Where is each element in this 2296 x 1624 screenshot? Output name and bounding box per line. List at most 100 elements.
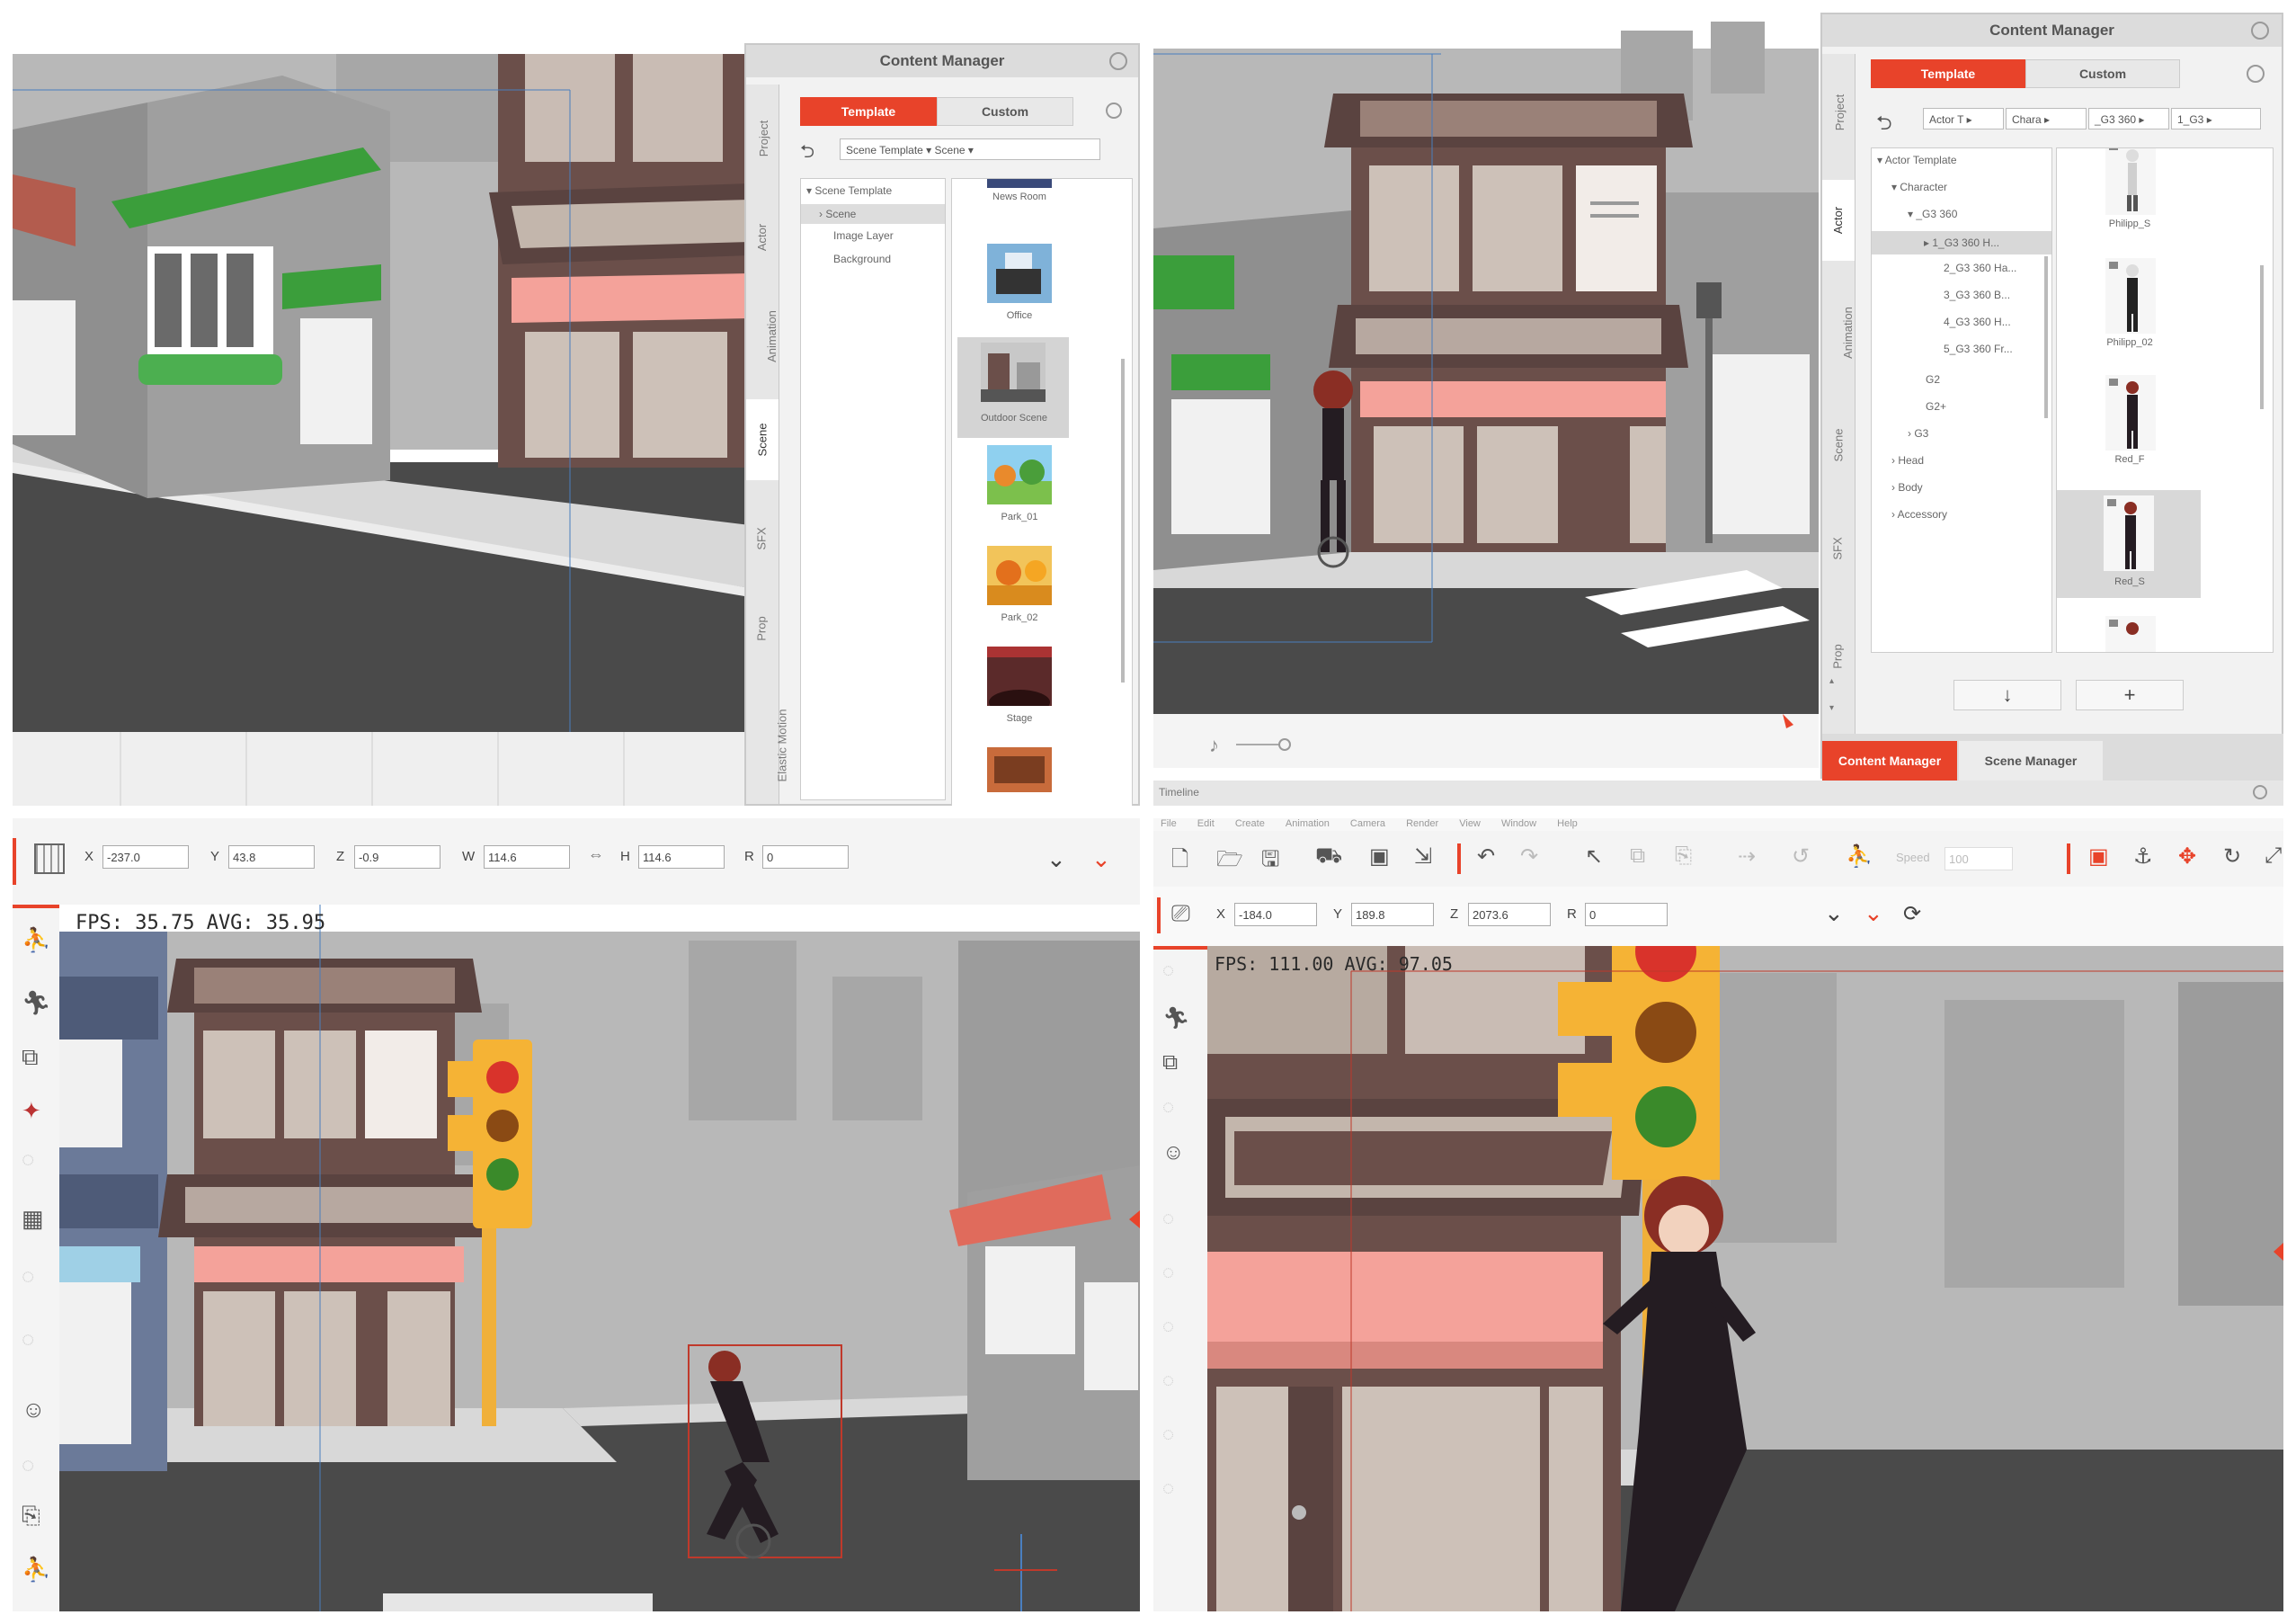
new-file-icon[interactable]: 🗋︎ (1171, 843, 1188, 880)
close-icon[interactable] (1109, 52, 1127, 70)
tree-item-image-layer[interactable]: Image Layer (833, 229, 894, 242)
thumb-philipp-s[interactable]: Philipp_S (2066, 148, 2201, 238)
thumb-outdoor-scene[interactable]: Outdoor Scene (957, 337, 1069, 438)
x-field[interactable]: -184.0 (1234, 903, 1317, 926)
minimize-icon[interactable] (1106, 103, 1122, 119)
snapshot-icon[interactable]: ▣ (1369, 843, 1390, 870)
tree-item-1-g3-360[interactable]: ▸ 1_G3 360 H... (1872, 231, 2051, 254)
side-tab-prop[interactable]: Prop (1822, 611, 1855, 701)
back-icon[interactable]: ⮌ (1876, 108, 1892, 142)
scene-viewport[interactable] (1207, 946, 2283, 1611)
menu-render[interactable]: Render (1406, 818, 1438, 829)
face-tool-icon[interactable]: ☺ (22, 1396, 50, 1424)
thumb-news-room[interactable]: News Room (970, 179, 1069, 217)
tab-template[interactable]: Template (1871, 59, 2025, 88)
menu-camera[interactable]: Camera (1350, 818, 1385, 829)
side-tab-scene[interactable]: Scene (746, 399, 779, 480)
path-icon[interactable]: ↺ (1792, 843, 1810, 870)
redo-icon[interactable]: ↷ (1520, 843, 1538, 870)
tree-item-background[interactable]: Background (833, 253, 891, 265)
tab-scene-manager[interactable]: Scene Manager (1959, 741, 2103, 781)
chevron-down-icon[interactable]: ⌄ (1046, 845, 1066, 873)
link-icon[interactable]: ⇔ (588, 845, 604, 864)
path-crumb-actor[interactable]: Actor T ▸ (1923, 108, 2004, 129)
scale-icon[interactable]: ⤢ (2265, 843, 2282, 869)
back-icon[interactable]: ⮌ (800, 138, 814, 169)
tree-item-actor-template[interactable]: ▾ Actor Template (1877, 154, 1957, 166)
walk-tool-icon[interactable]: ⛹ (22, 1556, 50, 1584)
layers-tool-icon[interactable]: ⧉ (22, 1043, 50, 1072)
camera-icon[interactable]: ⎚ (1171, 899, 1190, 928)
ghost-tool-6-icon[interactable]: ◌ (1162, 1369, 1191, 1397)
thumb-philipp-02[interactable]: Philipp_02 (2066, 258, 2201, 357)
anchor-icon[interactable]: ⚓︎ (2133, 843, 2153, 870)
path-crumb-g3-360[interactable]: _G3 360 ▸ (2088, 108, 2169, 129)
side-tab-sfx[interactable]: SFX (746, 507, 779, 570)
z-field[interactable]: -0.9 (354, 845, 441, 869)
side-tab-actor[interactable]: Actor (1822, 180, 1855, 261)
path-combo[interactable]: Scene Template ▾ Scene ▾ (840, 138, 1100, 160)
scroll-up-icon[interactable]: ▴ (1829, 676, 1834, 686)
open-folder-icon[interactable]: 🗁︎ (1216, 843, 1243, 880)
side-tab-project[interactable]: Project (746, 103, 779, 174)
select-icon[interactable]: ↖ (1585, 843, 1603, 870)
camera-tool-icon[interactable]: ⎘ (22, 1502, 50, 1530)
w-field[interactable]: 114.6 (484, 845, 570, 869)
save-icon[interactable]: 🖫︎ (1261, 843, 1279, 880)
scroll-down-icon[interactable]: ▾ (1829, 703, 1834, 713)
menu-file[interactable]: File (1161, 818, 1177, 829)
walk-icon[interactable]: ⛹ (1846, 843, 1873, 870)
undo-icon[interactable]: ↶ (1477, 843, 1495, 870)
scrollbar[interactable] (1121, 359, 1125, 683)
y-field[interactable]: 43.8 (228, 845, 315, 869)
minimize-icon[interactable] (2247, 65, 2265, 83)
side-tab-animation[interactable]: Animation (1822, 288, 1855, 378)
r-field[interactable]: 0 (762, 845, 849, 869)
menu-window[interactable]: Window (1501, 818, 1536, 829)
layers-tool-icon[interactable]: ⧉ (1162, 1050, 1191, 1079)
side-tab-scene[interactable]: Scene (1822, 405, 1855, 486)
tree-item-4-g3-360[interactable]: 4_G3 360 H... (1944, 316, 2011, 328)
ghost-tool-icon[interactable]: ◌ (22, 1147, 50, 1176)
path-crumb-character[interactable]: Chara ▸ (2006, 108, 2087, 129)
menu-view[interactable]: View (1459, 818, 1481, 829)
h-field[interactable]: 114.6 (638, 845, 725, 869)
download-button[interactable]: ↓ (1953, 680, 2061, 710)
thumb-office[interactable]: Office (970, 244, 1069, 334)
menu-create[interactable]: Create (1235, 818, 1265, 829)
thumb-red-f[interactable]: Red_F (2066, 375, 2201, 474)
ghost-tool-8-icon[interactable]: ◌ (1162, 1477, 1191, 1505)
menu-edit[interactable]: Edit (1197, 818, 1215, 829)
paste-icon[interactable]: ⎘ (1675, 843, 1692, 869)
side-tab-elastic-motion[interactable]: Elastic Motion (746, 687, 788, 804)
speed-field[interactable]: 100 (1944, 847, 2013, 870)
image-tool-icon[interactable]: ▦ (22, 1205, 50, 1234)
ghost-tool-icon[interactable]: ◌ (1162, 959, 1191, 987)
ghost-tool-5-icon[interactable]: ◌ (1162, 1315, 1191, 1343)
actor-tool-icon[interactable]: ⛹ (22, 926, 50, 955)
tree-scrollbar[interactable] (2044, 256, 2048, 418)
tab-template[interactable]: Template (800, 97, 937, 126)
side-tab-sfx[interactable]: SFX (1822, 513, 1855, 584)
side-tab-animation[interactable]: Animation (746, 300, 779, 372)
thumb-next[interactable] (970, 747, 1069, 801)
thumb-red-s[interactable]: Red_S (2057, 490, 2201, 598)
tree-item-accessory[interactable]: › Accessory (1891, 508, 1947, 521)
motion-tool-icon[interactable]: 🏃︎ (22, 989, 51, 1018)
ghost-tool-4-icon[interactable]: ◌ (22, 1453, 50, 1482)
side-tab-actor[interactable]: Actor (746, 201, 779, 273)
scene-viewport[interactable] (13, 13, 750, 806)
move-icon[interactable]: ✥ (2178, 843, 2196, 870)
tab-custom[interactable]: Custom (2025, 59, 2180, 88)
tree-item-5-g3-360[interactable]: 5_G3 360 Fr... (1944, 343, 2013, 355)
r-field[interactable]: 0 (1585, 903, 1668, 926)
tree-item-character[interactable]: ▾ Character (1891, 181, 1947, 193)
motion-tool-icon[interactable]: 🏃︎ (1162, 1005, 1191, 1034)
scrollbar[interactable] (2260, 265, 2264, 409)
chevron-down-red-icon[interactable]: ⌄ (1091, 845, 1111, 873)
path-crumb-1-g3[interactable]: 1_G3 ▸ (2171, 108, 2261, 129)
chevron-down-icon[interactable]: ⌄ (1824, 899, 1844, 927)
ghost-tool-3-icon[interactable]: ◌ (22, 1327, 50, 1356)
status-close-icon[interactable] (2253, 785, 2267, 799)
scene-viewport[interactable]: ♪ (1153, 13, 1819, 768)
